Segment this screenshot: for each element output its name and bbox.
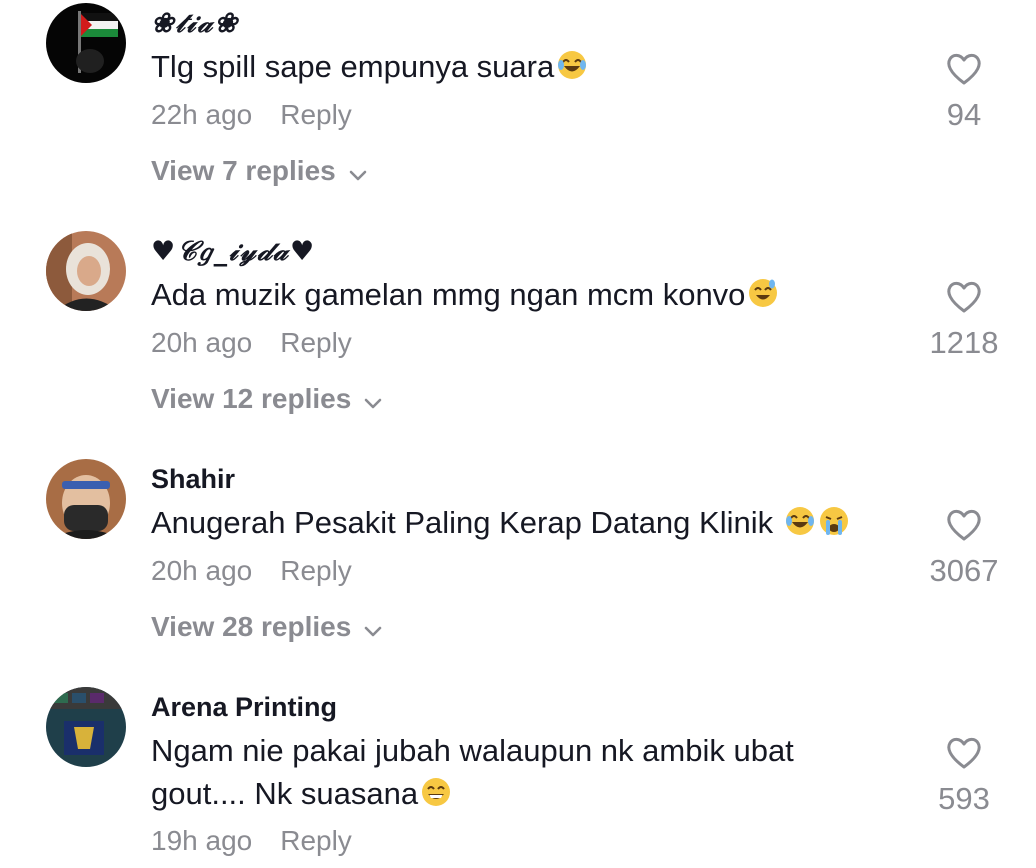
comment-text-body: Tlg spill sape empunya suara: [151, 49, 555, 84]
heart-icon[interactable]: [920, 280, 1008, 319]
reply-button[interactable]: Reply: [280, 327, 352, 359]
crying-emoji-icon: [818, 505, 850, 548]
comment-meta: 19h ago Reply: [151, 825, 352, 857]
comment-time: 20h ago: [151, 555, 253, 586]
comment-time: 22h ago: [151, 99, 253, 130]
laugh-tears-emoji-icon: [784, 505, 816, 548]
view-replies-label: View 7 replies: [151, 155, 336, 186]
comment-text: Ada muzik gamelan mmg ngan mcm konvo: [151, 273, 911, 320]
comment-time: 20h ago: [151, 327, 253, 358]
avatar[interactable]: [46, 231, 126, 311]
view-replies-label: View 12 replies: [151, 383, 352, 414]
comment-username[interactable]: ❀𝓉𝒾𝒶❀: [151, 8, 239, 40]
like-count: 1218: [929, 325, 999, 360]
comment-meta: 22h ago Reply: [151, 99, 352, 131]
view-replies-button[interactable]: View 28 replies: [151, 611, 383, 645]
comment-text: Anugerah Pesakit Paling Kerap Datang Kli…: [151, 501, 911, 548]
avatar[interactable]: [46, 3, 126, 83]
chevron-down-icon: [363, 385, 383, 417]
view-replies-button[interactable]: View 7 replies: [151, 155, 368, 189]
like-control: 94: [920, 52, 1008, 133]
comment-text-body: Ada muzik gamelan mmg ngan mcm konvo: [151, 277, 746, 312]
sweat-smile-emoji-icon: [747, 277, 779, 320]
like-control: 3067: [920, 508, 1008, 589]
laugh-tears-emoji-icon: [556, 49, 588, 92]
reply-button[interactable]: Reply: [280, 99, 352, 131]
chevron-down-icon: [363, 613, 383, 645]
like-count: 593: [938, 781, 990, 816]
like-control: 593: [920, 736, 1008, 817]
comment-text-body: Anugerah Pesakit Paling Kerap Datang Kli…: [151, 505, 782, 540]
like-count: 94: [946, 97, 982, 132]
like-control: 1218: [920, 280, 1008, 361]
heart-icon[interactable]: [920, 508, 1008, 547]
like-count: 3067: [929, 553, 999, 588]
avatar[interactable]: [46, 687, 126, 767]
heart-icon[interactable]: [920, 52, 1008, 91]
comment-meta: 20h ago Reply: [151, 555, 352, 587]
view-replies-button[interactable]: View 12 replies: [151, 383, 383, 417]
comment-username[interactable]: Arena Printing: [151, 692, 337, 723]
view-replies-label: View 28 replies: [151, 611, 352, 642]
comment-meta: 20h ago Reply: [151, 327, 352, 359]
comment-text: Tlg spill sape empunya suara: [151, 45, 911, 92]
comment-time: 19h ago: [151, 825, 253, 856]
comment-text-body: Ngam nie pakai jubah walaupun nk ambik u…: [151, 733, 794, 811]
chevron-down-icon: [348, 157, 368, 189]
heart-icon[interactable]: [920, 736, 1008, 775]
comment-username[interactable]: Shahir: [151, 464, 235, 495]
avatar[interactable]: [46, 459, 126, 539]
reply-button[interactable]: Reply: [280, 555, 352, 587]
comment-username[interactable]: ♥𝒞𝑔_𝒾𝓎𝒹𝒶♥: [151, 236, 316, 268]
grin-emoji-icon: [420, 776, 452, 819]
reply-button[interactable]: Reply: [280, 825, 352, 857]
comment-text: Ngam nie pakai jubah walaupun nk ambik u…: [151, 729, 891, 819]
